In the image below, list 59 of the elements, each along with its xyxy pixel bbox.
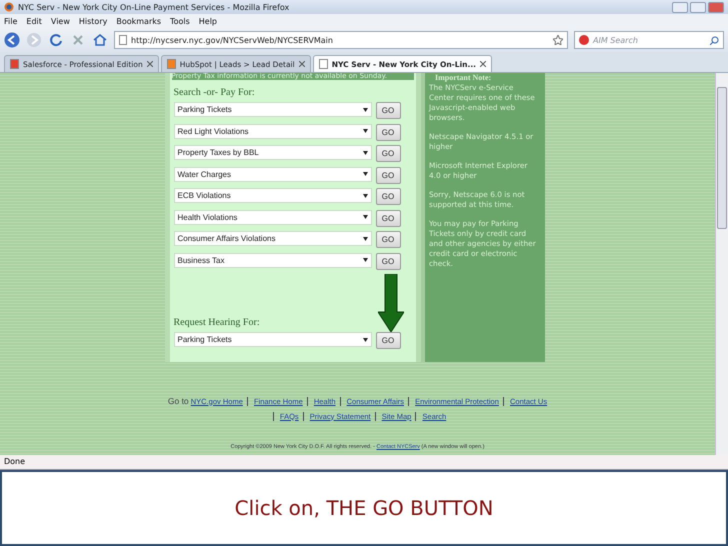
close-icon[interactable]	[146, 61, 153, 67]
go-button[interactable]: GO	[376, 166, 400, 184]
back-icon[interactable]	[4, 32, 20, 48]
dropdown[interactable]: Water Charges	[174, 166, 372, 182]
status-text: Done	[0, 454, 728, 470]
dropdown[interactable]: Parking Tickets	[174, 332, 372, 347]
dropdown[interactable]: ECB Violations	[174, 188, 372, 203]
section-heading: Request Hearing For:	[174, 317, 261, 328]
home-icon[interactable]	[92, 32, 108, 48]
close-icon[interactable]	[480, 61, 486, 67]
go-button[interactable]: GO	[376, 252, 400, 270]
dropdown[interactable]: Red Light Violations	[174, 124, 372, 138]
page-icon	[119, 35, 127, 45]
search-icon[interactable]	[710, 36, 719, 44]
scrollbar[interactable]	[715, 73, 728, 454]
reload-icon[interactable]	[48, 32, 64, 48]
down-arrow-icon	[378, 274, 404, 332]
dropdown-caret-icon	[362, 129, 368, 133]
dropdown[interactable]: Health Violations	[174, 210, 372, 224]
close-button[interactable]	[708, 2, 724, 12]
menu-item[interactable]: File	[4, 16, 18, 26]
dropdown-caret-icon	[362, 258, 368, 262]
browser-logo-icon	[4, 2, 14, 12]
dropdown[interactable]: Consumer Affairs Violations	[174, 231, 372, 246]
go-button[interactable]: GO	[376, 145, 400, 162]
close-icon[interactable]	[298, 61, 305, 67]
go-button[interactable]: GO	[376, 188, 400, 205]
menu-item[interactable]: History	[78, 16, 108, 26]
page-icon	[166, 59, 176, 69]
dropdown-caret-icon	[362, 236, 368, 240]
menu-item[interactable]: Bookmarks	[116, 16, 162, 26]
go-button[interactable]: GO	[376, 102, 400, 119]
go-button[interactable]: GO	[376, 332, 400, 349]
search-engine-icon	[579, 35, 589, 45]
dropdown-caret-icon	[362, 194, 368, 198]
dropdown-caret-icon	[362, 338, 368, 342]
menu-item[interactable]: View	[50, 16, 70, 26]
page-icon	[10, 59, 19, 69]
goto-label: Go to	[168, 396, 189, 406]
menu-item[interactable]: Help	[198, 16, 218, 26]
dropdown[interactable]: Property Taxes by BBL	[174, 145, 372, 160]
dropdown-caret-icon	[362, 172, 368, 176]
note-title: Important Note:	[434, 73, 492, 83]
dropdown-caret-icon	[362, 108, 368, 112]
caption-text: Click on, THE GO BUTTON	[234, 496, 494, 520]
address-field[interactable]: http://nycserv.nyc.gov/NYCServWeb/NYCSERVMain	[114, 31, 568, 49]
menu-item[interactable]: Tools	[170, 16, 190, 26]
menu-item[interactable]: Edit	[26, 16, 42, 26]
dropdown-caret-icon	[362, 215, 368, 219]
dropdown[interactable]: Parking Tickets	[174, 102, 372, 117]
section-heading: Search -or- Pay For:	[174, 87, 256, 98]
window-title: NYC Serv - New York City On-Line Payment Services - Mozilla Firefox	[18, 2, 290, 12]
page-icon	[318, 59, 328, 69]
go-button[interactable]: GO	[376, 231, 400, 248]
dropdown-caret-icon	[362, 150, 368, 154]
go-button[interactable]: GO	[376, 124, 400, 140]
star-icon[interactable]	[553, 35, 563, 45]
dropdown[interactable]: Business Tax	[174, 252, 372, 268]
go-button[interactable]: GO	[376, 210, 400, 226]
